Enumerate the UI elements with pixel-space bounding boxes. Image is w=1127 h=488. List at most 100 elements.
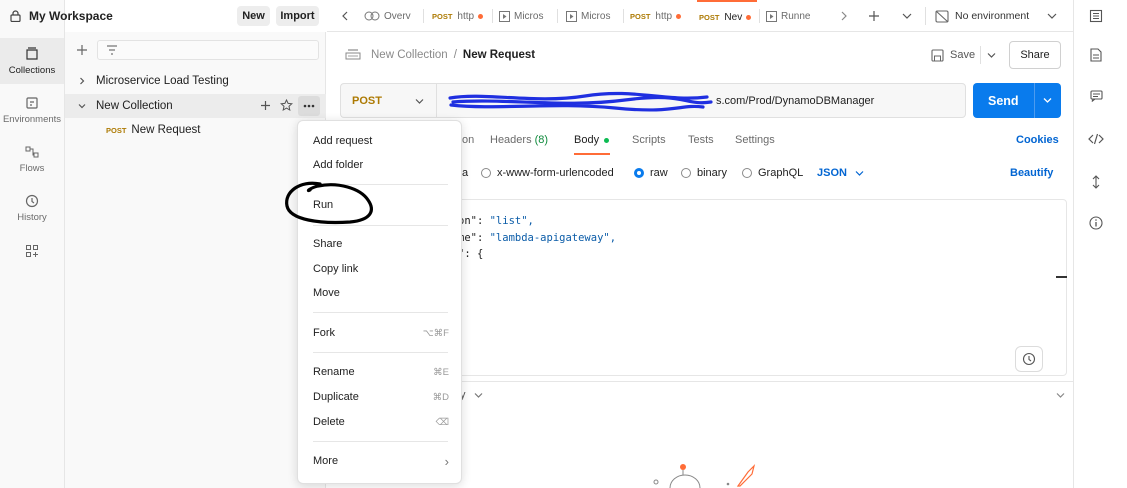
menu-move[interactable]: Move (298, 281, 463, 305)
rail-history[interactable]: History (0, 185, 64, 231)
rail-collections[interactable]: Collections (0, 38, 64, 84)
tab-microservice-2[interactable]: Micros (566, 0, 614, 32)
collapse-response-icon[interactable] (1056, 392, 1065, 399)
menu-more[interactable]: More › (298, 449, 463, 473)
breadcrumb-collection[interactable]: New Collection (371, 49, 448, 61)
editor-history-button[interactable] (1015, 346, 1043, 372)
import-button[interactable]: Import (276, 6, 319, 26)
tree-item-microservice-load-testing[interactable]: Microservice Load Testing (65, 69, 326, 93)
related-collections-icon[interactable] (1091, 175, 1101, 189)
menu-label: Move (313, 287, 340, 299)
share-button[interactable]: Share (1009, 41, 1061, 69)
menu-shortcut: ⌘E (433, 366, 449, 378)
star-icon[interactable] (280, 99, 293, 112)
new-button[interactable]: New (237, 6, 270, 26)
tab-body-label: Body (574, 134, 600, 146)
send-label: Send (988, 93, 1019, 108)
menu-rename[interactable]: Rename ⌘E (298, 360, 463, 384)
overview-icon (364, 11, 380, 21)
chevron-left-icon[interactable] (341, 11, 349, 21)
environment-label: No environment (955, 10, 1030, 22)
chevron-down-icon[interactable] (902, 12, 912, 20)
menu-delete[interactable]: Delete ⌫ (298, 410, 463, 434)
rail-environments[interactable]: Environments (0, 87, 64, 133)
tab-post-http-1[interactable]: POST http (432, 0, 492, 32)
tab-body[interactable]: Body (574, 134, 610, 146)
more-actions-button[interactable] (298, 96, 320, 116)
tree-item-new-collection[interactable]: New Collection (65, 94, 326, 118)
chevron-down-icon[interactable] (1043, 97, 1052, 104)
radio-icon (681, 168, 691, 178)
tab-runner[interactable]: Runne (766, 0, 821, 32)
chevron-down-icon[interactable] (78, 102, 86, 110)
rail-add-apps[interactable] (0, 238, 64, 268)
tab-headers-label: Headers (490, 134, 532, 146)
cookies-link[interactable]: Cookies (1016, 134, 1059, 146)
http-icon (345, 48, 361, 62)
documentation-icon[interactable] (1090, 48, 1102, 62)
method-badge: POST (699, 12, 720, 22)
active-tab-underline (574, 153, 610, 155)
tab-post-http-2[interactable]: POST http (630, 0, 690, 32)
info-icon[interactable] (1089, 216, 1103, 230)
chevron-down-icon (855, 170, 864, 176)
add-collection-icon[interactable] (76, 44, 88, 56)
tab-microservice-1[interactable]: Micros (499, 0, 549, 32)
comments-icon[interactable] (1090, 90, 1103, 102)
empty-response-illustration (653, 464, 756, 488)
menu-fork[interactable]: Fork ⌥⌘F (298, 321, 463, 345)
response-header[interactable]: y (460, 389, 483, 401)
save-button[interactable]: Save (928, 42, 1002, 68)
tab-new-request-active[interactable]: POST Nev (697, 0, 757, 32)
send-button[interactable]: Send (973, 83, 1061, 118)
body-type-raw[interactable]: raw (634, 167, 668, 179)
chevron-right-icon[interactable] (78, 77, 86, 85)
method-badge: POST (106, 125, 127, 135)
menu-duplicate[interactable]: Duplicate ⌘D (298, 385, 463, 409)
code-icon[interactable] (1088, 133, 1104, 145)
beautify-button[interactable]: Beautify (1010, 167, 1053, 179)
tab-settings[interactable]: Settings (735, 134, 775, 146)
menu-copy-link[interactable]: Copy link (298, 257, 463, 281)
workspace-settings-icon[interactable] (1089, 9, 1103, 23)
breadcrumb-separator: / (453, 49, 457, 61)
request-name[interactable]: New Request (463, 49, 535, 61)
workspace-title[interactable]: My Workspace (29, 9, 113, 23)
method-selector[interactable]: POST (340, 83, 436, 118)
add-request-icon[interactable] (260, 100, 271, 111)
rail-flows-label: Flows (19, 162, 45, 174)
tab-tests[interactable]: Tests (688, 134, 714, 146)
collections-icon (26, 46, 38, 60)
tab-overview[interactable]: Overv (364, 0, 420, 32)
body-type-graphql[interactable]: GraphQL (742, 167, 803, 179)
tab-authorization-partial[interactable]: on (462, 134, 474, 146)
tree-item-label: New Request (131, 124, 201, 136)
tree-item-new-request[interactable]: POST New Request (65, 118, 326, 142)
save-label: Save (950, 49, 976, 61)
flows-icon (25, 146, 39, 157)
body-type-label: x-www-form-urlencoded (497, 167, 614, 179)
tab-label: http (655, 10, 673, 22)
radio-selected-icon (634, 168, 644, 178)
hand-drawn-annotation-circle (285, 181, 373, 225)
body-type-urlencoded[interactable]: x-www-form-urlencoded (481, 167, 614, 179)
chevron-right-icon[interactable] (840, 11, 848, 21)
rail-flows[interactable]: Flows (0, 136, 64, 182)
tab-headers[interactable]: Headers (8) (490, 134, 548, 146)
filter-input[interactable] (97, 40, 319, 60)
body-type-binary[interactable]: binary (681, 167, 727, 179)
url-input[interactable]: s.com/Prod/DynamoDBManager (436, 83, 966, 118)
menu-label: More (313, 455, 339, 467)
menu-add-folder[interactable]: Add folder (298, 153, 463, 177)
menu-shortcut: ⌥⌘F (422, 327, 449, 339)
format-selector[interactable]: JSON (817, 167, 864, 179)
chevron-down-icon[interactable] (987, 52, 996, 59)
menu-share[interactable]: Share (298, 232, 463, 256)
environment-selector[interactable]: No environment (935, 0, 1070, 32)
menu-add-request[interactable]: Add request (298, 129, 463, 153)
new-tab-icon[interactable] (868, 10, 880, 22)
tab-scripts[interactable]: Scripts (632, 134, 666, 146)
menu-label: Add folder (313, 159, 364, 171)
redaction-scribble (448, 91, 713, 112)
editor-scroll-marker[interactable] (1056, 276, 1067, 278)
